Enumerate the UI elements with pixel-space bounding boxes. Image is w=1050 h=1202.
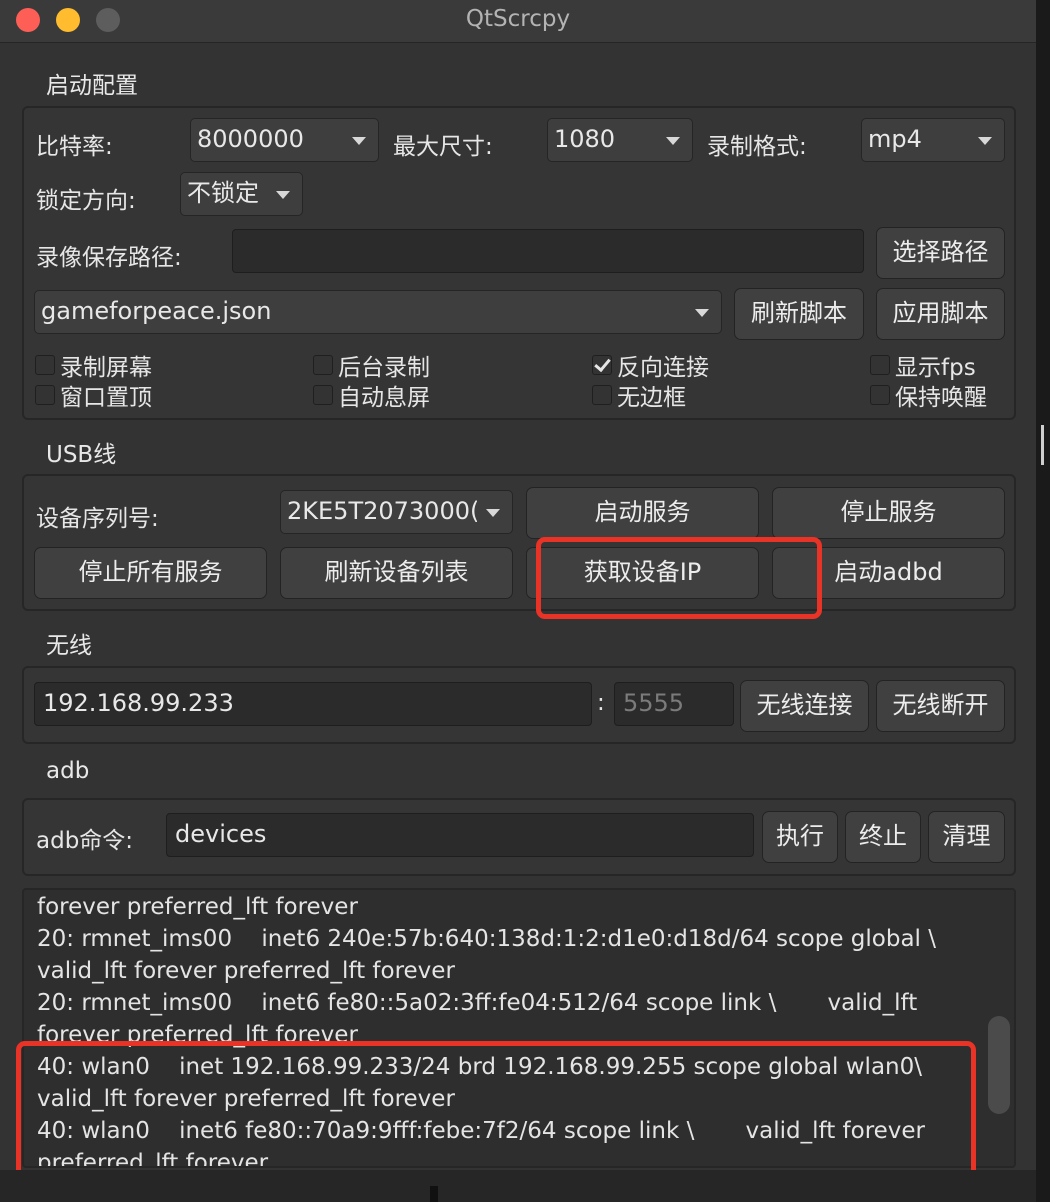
console-line: valid_lft forever preferred_lft forever — [37, 958, 455, 984]
serial-label: 设备序列号: — [36, 506, 159, 532]
bitrate-value: 8000000 — [197, 125, 304, 153]
chevron-down-icon — [978, 137, 992, 145]
bitrate-select[interactable]: 8000000 — [190, 118, 379, 162]
checkbox-label: 反向连接 — [617, 355, 709, 381]
console-line: 20: rmnet_ims00 inet6 240e:57b:640:138d:… — [37, 926, 936, 952]
window-title: QtScrcpy — [465, 6, 571, 32]
script-value: gameforpeace.json — [41, 297, 272, 325]
console-line: forever preferred_lft forever — [37, 894, 358, 920]
format-select[interactable]: mp4 — [861, 118, 1005, 162]
adb-command-label: adb命令: — [36, 828, 134, 854]
scrollbar-thumb[interactable] — [988, 1016, 1010, 1114]
bitrate-label: 比特率: — [36, 134, 113, 160]
checkbox-box — [870, 355, 890, 375]
chevron-down-icon — [352, 137, 366, 145]
start-service-button[interactable]: 启动服务 — [526, 487, 759, 539]
checkbox-label: 保持唤醒 — [895, 385, 987, 411]
lock-orientation-label: 锁定方向: — [36, 188, 136, 214]
refresh-devices-button[interactable]: 刷新设备列表 — [280, 547, 513, 599]
reverse-connection-checkbox[interactable]: 反向连接 — [592, 348, 709, 382]
main-window: QtScrcpy 启动配置 比特率: 8000000 最大尺寸: 1080 录制… — [0, 0, 1036, 1202]
background-marker — [1041, 425, 1044, 465]
wireless-ip-input[interactable]: 192.168.99.233 — [34, 682, 592, 726]
config-section-title: 启动配置 — [46, 73, 138, 99]
ip-port-separator: : — [597, 690, 605, 716]
adb-command-input[interactable]: devices — [166, 813, 754, 857]
maxsize-label: 最大尺寸: — [393, 134, 493, 160]
auto-screen-off-checkbox[interactable]: 自动息屏 — [313, 378, 430, 412]
console-line: 20: rmnet_ims00 inet6 fe80::5a02:3ff:fe0… — [37, 990, 918, 1016]
stop-all-services-button[interactable]: 停止所有服务 — [34, 547, 267, 599]
bottom-strip — [0, 1170, 1036, 1202]
wireless-disconnect-button[interactable]: 无线断开 — [876, 680, 1005, 732]
checkbox-box — [35, 385, 55, 405]
apply-script-button[interactable]: 应用脚本 — [876, 288, 1005, 340]
terminate-button[interactable]: 终止 — [845, 811, 921, 863]
checkbox-box — [313, 385, 333, 405]
chevron-down-icon — [666, 137, 680, 145]
maxsize-select[interactable]: 1080 — [547, 118, 693, 162]
chevron-down-icon — [276, 191, 290, 199]
checkbox-box — [35, 355, 55, 375]
usb-section-title: USB线 — [46, 442, 117, 468]
chevron-down-icon — [486, 509, 500, 517]
stay-awake-checkbox[interactable]: 保持唤醒 — [870, 378, 987, 412]
record-path-label: 录像保存路径: — [36, 245, 182, 271]
checkbox-label: 窗口置顶 — [60, 385, 152, 411]
record-path-input[interactable] — [232, 229, 864, 273]
highlight-wlan-output-box — [16, 1041, 976, 1179]
console-scrollbar[interactable] — [988, 896, 1010, 1158]
chevron-down-icon — [695, 309, 709, 317]
clear-button[interactable]: 清理 — [928, 811, 1005, 863]
wireless-port-input[interactable]: 5555 — [614, 682, 734, 726]
serial-select[interactable]: 2KE5T2073000( — [280, 490, 513, 534]
stop-service-button[interactable]: 停止服务 — [772, 487, 1005, 539]
checkbox-label: 无边框 — [617, 385, 686, 411]
wireless-section-title: 无线 — [46, 633, 92, 659]
script-select[interactable]: gameforpeace.json — [34, 290, 722, 334]
execute-button[interactable]: 执行 — [762, 811, 838, 863]
highlight-get-ip-box — [536, 537, 822, 619]
format-label: 录制格式: — [707, 134, 807, 160]
checkbox-box — [870, 385, 890, 405]
select-path-button[interactable]: 选择路径 — [876, 227, 1005, 279]
show-fps-checkbox[interactable]: 显示fps — [870, 348, 976, 382]
refresh-script-button[interactable]: 刷新脚本 — [734, 288, 864, 340]
lock-orientation-select[interactable]: 不锁定 — [180, 172, 303, 216]
checkbox-box — [313, 355, 333, 375]
background-strip — [1036, 0, 1050, 1202]
record-screen-checkbox[interactable]: 录制屏幕 — [35, 348, 152, 382]
adb-section-title: adb — [46, 758, 90, 784]
checkmark-icon — [592, 355, 612, 375]
checkbox-label: 显示fps — [895, 355, 976, 381]
checkbox-label: 录制屏幕 — [60, 355, 152, 381]
background-record-checkbox[interactable]: 后台录制 — [313, 348, 430, 382]
checkbox-label: 后台录制 — [338, 355, 430, 381]
window-on-top-checkbox[interactable]: 窗口置顶 — [35, 378, 152, 412]
frameless-checkbox[interactable]: 无边框 — [592, 378, 686, 412]
checkbox-label: 自动息屏 — [338, 385, 430, 411]
wireless-connect-button[interactable]: 无线连接 — [740, 680, 869, 732]
checkbox-box — [592, 385, 612, 405]
bottom-divider — [430, 1186, 438, 1202]
title-bar: QtScrcpy — [0, 0, 1036, 43]
serial-value: 2KE5T2073000( — [287, 497, 477, 525]
